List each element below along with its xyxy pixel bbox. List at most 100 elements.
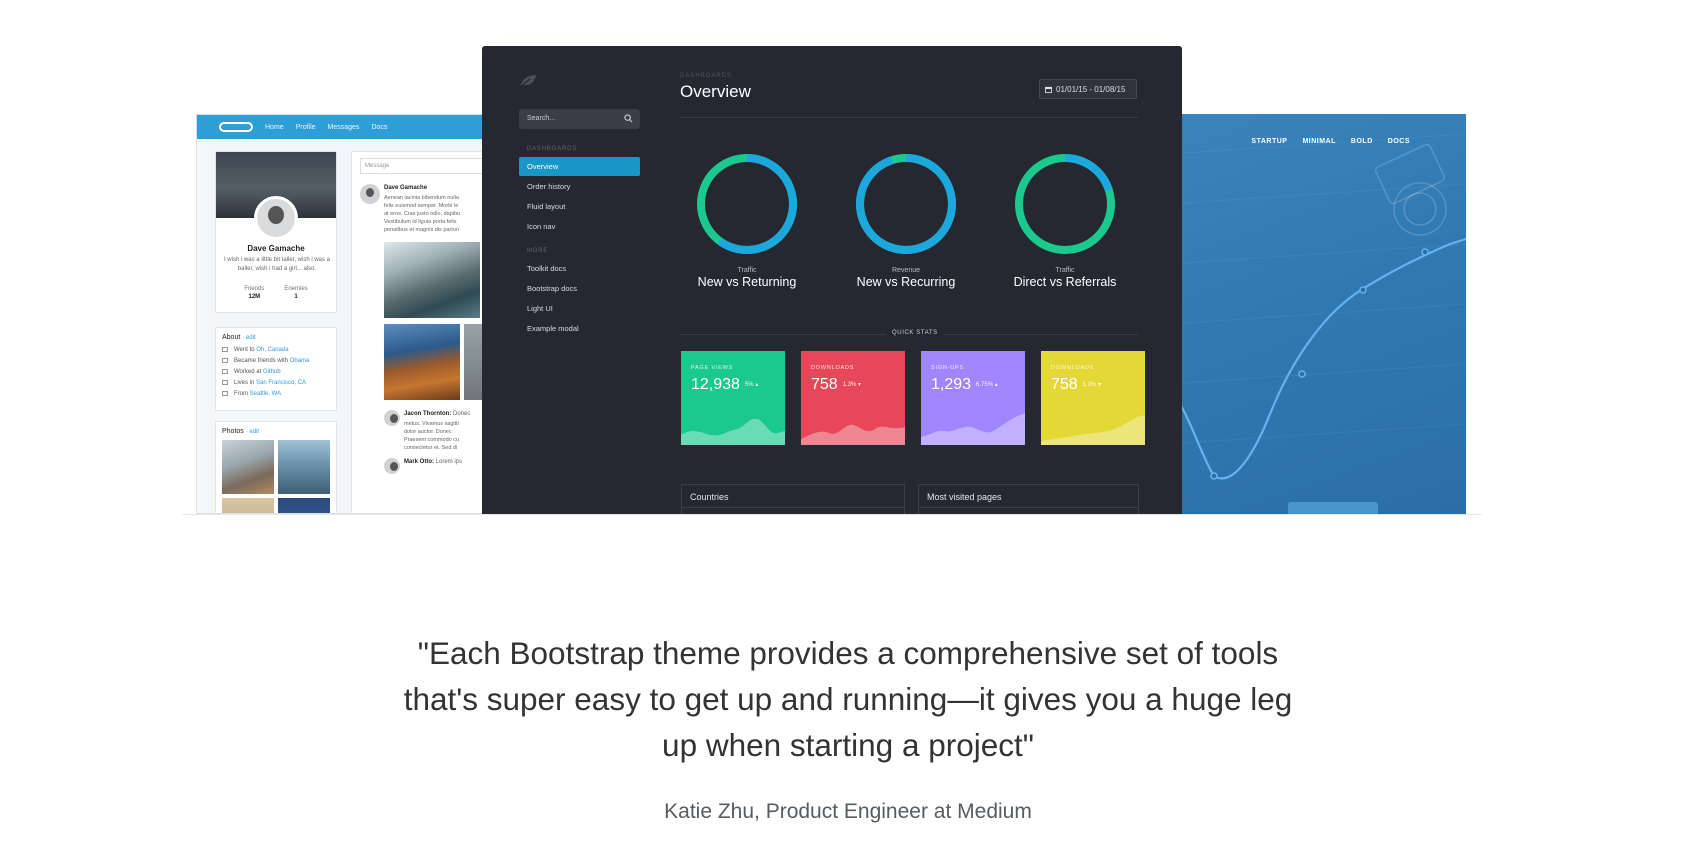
photo-thumbnail bbox=[222, 440, 274, 494]
about-row-text: Became friends with bbox=[234, 358, 290, 364]
panel-divider bbox=[919, 507, 1138, 508]
stat-label: SIGN-UPS bbox=[931, 365, 964, 371]
sidebar-item-toolkit-docs: Toolkit docs bbox=[527, 264, 567, 273]
post-text-line: Vestibulum id ligula porta felis bbox=[384, 219, 457, 225]
enemies-label: Enemies bbox=[284, 286, 308, 292]
post-image-building bbox=[384, 324, 460, 400]
photo-thumbnail bbox=[222, 498, 274, 513]
landing-nav-minimal: MINIMAL bbox=[1302, 138, 1336, 145]
landing-nav-docs: DOCS bbox=[1387, 138, 1410, 145]
post-text-line: at eros. Cras justo odio, dapibu bbox=[384, 211, 461, 217]
post-author-avatar bbox=[360, 184, 380, 204]
photos-card: Photos · edit bbox=[215, 421, 337, 513]
message-input[interactable]: Message bbox=[360, 158, 492, 174]
post-author-name: Dave Gamache bbox=[384, 185, 428, 191]
comment-text-line: dolor auctor. Donec bbox=[404, 429, 452, 435]
search-icon bbox=[624, 114, 633, 123]
panel-divider bbox=[682, 507, 904, 508]
stat-value: 12,938 bbox=[691, 376, 740, 393]
location-icon bbox=[222, 390, 228, 396]
about-heading: About · edit bbox=[222, 334, 330, 341]
activity-feed: Message Dave Gamache Aenean lacinia bibe… bbox=[351, 151, 495, 513]
social-nav-home: Home bbox=[265, 123, 284, 131]
stat-value-row: 758 1.3% ▾ bbox=[811, 376, 861, 394]
header-divider bbox=[680, 117, 1138, 118]
profile-name: Dave Gamache bbox=[247, 244, 305, 253]
photos-edit-link: · edit bbox=[245, 429, 260, 435]
testimonial-attribution: Katie Zhu, Product Engineer at Medium bbox=[664, 800, 1032, 823]
profile-avatar bbox=[254, 196, 298, 240]
about-row-link: Obama bbox=[289, 358, 310, 364]
landing-theme-screenshot: STARTUP MINIMAL BOLD DOCS bbox=[1170, 114, 1466, 514]
photos-title: Photos bbox=[222, 428, 244, 435]
wood-texture bbox=[1170, 133, 1466, 445]
most-visited-pages-panel: Most visited pages bbox=[918, 484, 1139, 515]
social-theme-screenshot: Home Profile Messages Docs Dave Gamache … bbox=[196, 114, 496, 514]
trend-point bbox=[1298, 370, 1306, 378]
showcase-baseline bbox=[182, 514, 1482, 515]
about-row: Went to Oh, Canada bbox=[222, 345, 330, 356]
sidebar-item-bootstrap-docs: Bootstrap docs bbox=[527, 284, 578, 293]
page: Home Profile Messages Docs Dave Gamache … bbox=[0, 0, 1696, 865]
comment-text-line: Praesent commodo cu bbox=[404, 437, 460, 443]
social-logo bbox=[219, 122, 253, 132]
quick-stats-label: QUICK STATS bbox=[886, 330, 944, 336]
calendar-icon bbox=[222, 346, 228, 352]
photo-thumbnail bbox=[278, 498, 330, 513]
profile-stats: Friends 12M Enemies 1 bbox=[216, 286, 336, 300]
comment2-author: Mark Otto: bbox=[404, 459, 434, 465]
donut-caption-big: New vs Recurring bbox=[856, 275, 956, 289]
comment-first-word: Donec bbox=[451, 411, 471, 417]
sidebar-item-fluid-layout: Fluid layout bbox=[527, 202, 566, 211]
comment-text-line: metus. Vivamus sagitti bbox=[404, 421, 459, 427]
friends-stat: Friends 12M bbox=[244, 286, 264, 300]
about-row: Lives in San Francisco, CA bbox=[222, 378, 330, 389]
landing-navbar: STARTUP MINIMAL BOLD DOCS bbox=[1251, 138, 1410, 145]
date-range-text: 01/01/15 - 01/08/15 bbox=[1056, 85, 1126, 94]
landing-nav-startup: STARTUP bbox=[1251, 138, 1288, 145]
about-row: Became friends with Obama bbox=[222, 356, 330, 367]
leaf-logo-icon bbox=[519, 75, 536, 88]
stat-value-row: 758 1.3% ▾ bbox=[1051, 376, 1101, 394]
about-row-text: Lives in bbox=[234, 380, 257, 386]
post-text-line: penatibus et magnis dis parturi bbox=[384, 227, 459, 233]
donut-caption-small: Traffic bbox=[1055, 267, 1075, 274]
dashboard-title: Overview bbox=[680, 82, 751, 101]
sidebar-section-more: MORE bbox=[527, 248, 549, 254]
dashboard-theme-screenshot: Search... DASHBOARDS Overview Order hist… bbox=[482, 46, 1182, 515]
donut-primary-segment bbox=[856, 154, 956, 254]
social-nav-profile: Profile bbox=[295, 123, 316, 131]
about-row-text: Worked at bbox=[234, 369, 263, 375]
trend-point bbox=[1210, 472, 1218, 480]
theme-showcase: Home Profile Messages Docs Dave Gamache … bbox=[0, 0, 1696, 515]
stat-delta: 5% ▴ bbox=[744, 382, 759, 389]
donut-caption-small: Revenue bbox=[891, 267, 921, 274]
users-icon bbox=[222, 357, 228, 363]
stat-card-sign-ups: SIGN-UPS 1,293 6.75% ▴ bbox=[921, 351, 1025, 445]
post-text-line: Aenean lacinia bibendum nulla bbox=[384, 195, 459, 201]
dashboard-search-input: Search... bbox=[519, 109, 640, 129]
sidebar-item-overview: Overview bbox=[519, 157, 640, 176]
comment2-author-avatar bbox=[384, 458, 400, 474]
stat-value-row: 12,938 5% ▴ bbox=[691, 376, 758, 394]
post-image-fjord bbox=[384, 242, 480, 318]
about-row: Worked at Github bbox=[222, 367, 330, 378]
stat-delta: 6.75% ▴ bbox=[976, 382, 998, 389]
landing-cta-button bbox=[1288, 502, 1378, 514]
calendar-icon bbox=[1045, 86, 1052, 93]
panel-title: Most visited pages bbox=[927, 492, 1002, 502]
comment2-first-word: Lorem ips bbox=[434, 459, 463, 465]
about-row-text: From bbox=[234, 391, 250, 397]
post-image-side bbox=[464, 324, 484, 400]
donut-chart-new-vs-recurring bbox=[856, 154, 956, 254]
sidebar-item-icon-nav: Icon nav bbox=[527, 222, 556, 231]
post-text-line: felis euismod semper. Morbi le bbox=[384, 203, 459, 209]
sidebar-item-example-modal: Example modal bbox=[527, 324, 579, 333]
about-row-link: Github bbox=[262, 369, 281, 375]
stat-delta: 1.3% ▾ bbox=[842, 382, 862, 389]
stat-delta: 1.3% ▾ bbox=[1082, 382, 1102, 389]
stat-card-page-views: PAGE VIEWS 12,938 5% ▴ bbox=[681, 351, 785, 445]
stat-value: 758 bbox=[1051, 376, 1078, 393]
landing-curve-chart bbox=[1170, 133, 1466, 480]
about-row-link: Seattle, WA bbox=[249, 391, 282, 397]
